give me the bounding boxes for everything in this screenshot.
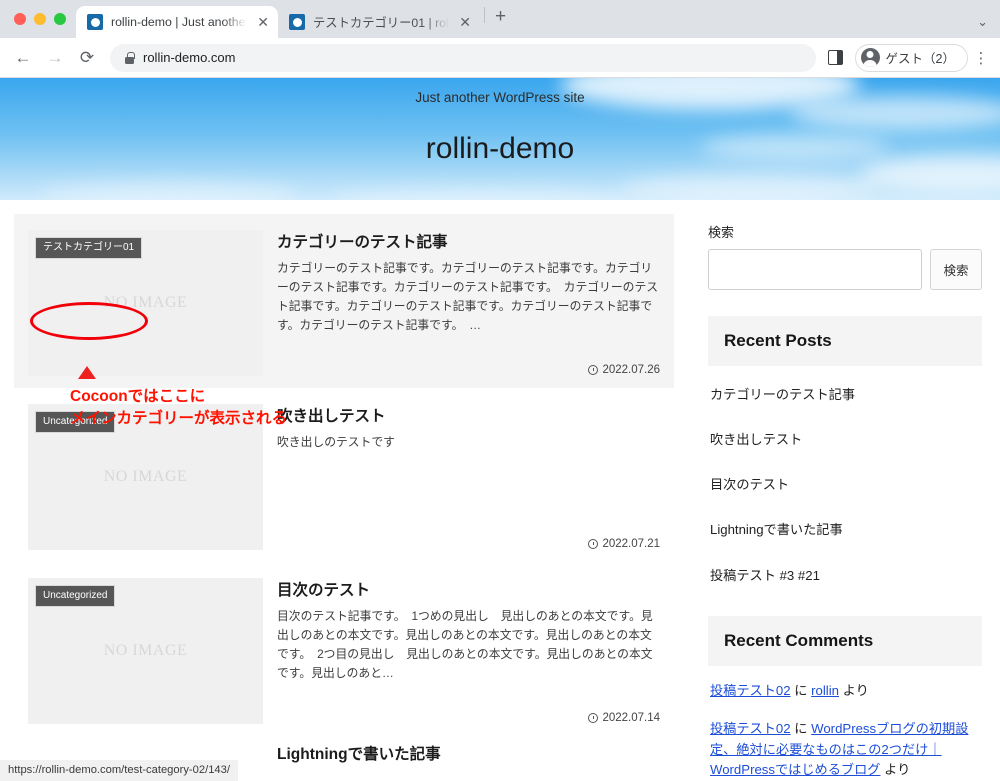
chevron-down-icon[interactable]: ⌄ — [977, 14, 988, 30]
post-date: 2022.07.14 — [588, 712, 660, 724]
category-badge[interactable]: テストカテゴリー01 — [35, 237, 143, 259]
post-card[interactable]: Uncategorized NO IMAGE 目次のテスト 目次のテスト記事です… — [14, 562, 674, 736]
post-thumbnail: Uncategorized NO IMAGE — [28, 578, 263, 724]
comment-suffix: より — [884, 762, 911, 778]
page-content: テストカテゴリー01 NO IMAGE カテゴリーのテスト記事 カテゴリーのテス… — [0, 200, 1000, 781]
post-date: 2022.07.21 — [588, 538, 660, 550]
list-item[interactable]: 吹き出しテスト — [708, 417, 982, 462]
link-status-bar: https://rollin-demo.com/test-category-02… — [0, 760, 238, 781]
recent-posts-list: カテゴリーのテスト記事 吹き出しテスト 目次のテスト Lightningで書いた… — [708, 372, 982, 598]
tab-title: テストカテゴリー01 | rollin-demo — [313, 16, 449, 30]
clock-icon — [588, 713, 599, 723]
clock-icon — [588, 539, 599, 549]
profile-label: ゲスト（2） — [885, 52, 955, 66]
profile-button[interactable]: ゲスト（2） — [854, 43, 968, 72]
cloud-shape — [40, 182, 300, 200]
comment-post-link[interactable]: 投稿テスト02 — [710, 683, 791, 698]
page-viewport: Just another WordPress site rollin-demo … — [0, 78, 1000, 781]
post-body: 吹き出しテスト 吹き出しのテストです 2022.07.21 — [263, 404, 660, 550]
cloud-shape — [620, 174, 880, 200]
forward-button[interactable]: → — [40, 43, 70, 73]
lock-icon — [124, 51, 135, 64]
search-widget-label: 検索 — [708, 225, 735, 240]
comment-suffix: より — [842, 682, 869, 698]
comment-item: 投稿テスト02 に WordPressブログの初期設定、絶対に必要なものはこの2… — [708, 710, 982, 781]
new-tab-button[interactable]: + — [487, 6, 516, 32]
post-title[interactable]: 目次のテスト — [277, 578, 660, 600]
address-bar[interactable]: rollin-demo.com — [110, 43, 816, 72]
post-list: テストカテゴリー01 NO IMAGE カテゴリーのテスト記事 カテゴリーのテス… — [0, 200, 688, 781]
minimize-window-button[interactable] — [34, 13, 46, 25]
post-date: 2022.07.26 — [588, 364, 660, 376]
recent-posts-heading: Recent Posts — [708, 316, 982, 366]
no-image-placeholder: NO IMAGE — [103, 468, 188, 485]
comment-item: 投稿テスト02 に rollin より — [708, 672, 982, 710]
post-card[interactable]: テストカテゴリー01 NO IMAGE カテゴリーのテスト記事 カテゴリーのテス… — [14, 214, 674, 388]
maximize-window-button[interactable] — [54, 13, 66, 25]
post-body: Lightningで書いた記事 — [263, 742, 660, 771]
browser-toolbar: ← → ⟳ rollin-demo.com ゲスト（2） ⋮ — [0, 38, 1000, 78]
list-item[interactable]: 投稿テスト #3 #21 — [708, 553, 982, 598]
more-options-icon[interactable]: ⋮ — [970, 49, 992, 67]
clock-icon — [588, 365, 599, 375]
comment-author-link[interactable]: rollin — [811, 683, 839, 698]
comment-particle: に — [794, 682, 808, 698]
back-button[interactable]: ← — [8, 43, 38, 73]
tab-divider — [484, 7, 485, 23]
sidebar: 検索 検索 Recent Posts カテゴリーのテスト記事 吹き出しテスト 目… — [688, 200, 1000, 781]
reload-button[interactable]: ⟳ — [72, 43, 102, 73]
tab-title: rollin-demo | Just another WordPress sit… — [111, 15, 248, 29]
post-card[interactable]: Uncategorized NO IMAGE 吹き出しテスト 吹き出しのテストで… — [14, 388, 674, 562]
avatar — [860, 48, 880, 67]
search-widget: 検索 — [708, 249, 982, 290]
no-image-placeholder: NO IMAGE — [103, 294, 188, 311]
close-icon[interactable]: ✕ — [255, 15, 269, 29]
search-button[interactable]: 検索 — [930, 249, 982, 290]
site-title: rollin-demo — [425, 132, 575, 165]
post-date-value: 2022.07.26 — [602, 364, 660, 376]
post-excerpt: 吹き出しのテストです — [277, 435, 395, 449]
close-icon[interactable]: ✕ — [457, 15, 471, 29]
tab-rollin-demo[interactable]: rollin-demo | Just another WordPress sit… — [76, 6, 278, 38]
post-thumbnail: テストカテゴリー01 NO IMAGE — [28, 230, 263, 376]
post-title[interactable]: 吹き出しテスト — [277, 404, 660, 426]
post-body: 目次のテスト 目次のテスト記事です。 1つめの見出し 見出しのあとの本文です。見… — [263, 578, 660, 724]
tab-strip: rollin-demo | Just another WordPress sit… — [0, 0, 1000, 38]
comment-post-link[interactable]: 投稿テスト02 — [710, 721, 791, 736]
list-item[interactable]: 目次のテスト — [708, 462, 982, 507]
close-window-button[interactable] — [14, 13, 26, 25]
post-date-value: 2022.07.14 — [602, 712, 660, 724]
address-bar-url: rollin-demo.com — [143, 50, 236, 65]
tab-test-category-01[interactable]: テストカテゴリー01 | rollin-demo ✕ — [278, 6, 480, 38]
site-header: Just another WordPress site rollin-demo — [0, 78, 1000, 200]
category-badge[interactable]: Uncategorized — [35, 585, 116, 607]
post-thumbnail: Uncategorized NO IMAGE — [28, 404, 263, 550]
side-panel-icon[interactable] — [827, 50, 843, 65]
post-excerpt: カテゴリーのテスト記事です。カテゴリーのテスト記事です。カテゴリーのテスト記事で… — [277, 261, 659, 333]
post-excerpt: 目次のテスト記事です。 1つめの見出し 見出しのあとの本文です。見出しのあとの本… — [277, 609, 653, 681]
site-description: Just another WordPress site — [415, 90, 585, 105]
comment-particle: に — [794, 721, 808, 737]
post-title[interactable]: Lightningで書いた記事 — [277, 742, 660, 764]
category-badge[interactable]: Uncategorized — [35, 411, 116, 433]
list-item[interactable]: Lightningで書いた記事 — [708, 507, 982, 552]
post-title[interactable]: カテゴリーのテスト記事 — [277, 230, 660, 252]
search-input[interactable] — [708, 249, 922, 290]
window-controls — [10, 0, 76, 38]
list-item[interactable]: カテゴリーのテスト記事 — [708, 372, 982, 417]
browser-window: rollin-demo | Just another WordPress sit… — [0, 0, 1000, 781]
wordpress-favicon-icon — [87, 14, 103, 30]
post-body: カテゴリーのテスト記事 カテゴリーのテスト記事です。カテゴリーのテスト記事です。… — [263, 230, 660, 376]
wordpress-favicon-icon — [289, 14, 305, 30]
cloud-shape — [330, 188, 630, 200]
no-image-placeholder: NO IMAGE — [103, 642, 188, 659]
recent-comments-heading: Recent Comments — [708, 615, 982, 666]
post-date-value: 2022.07.21 — [602, 538, 660, 550]
